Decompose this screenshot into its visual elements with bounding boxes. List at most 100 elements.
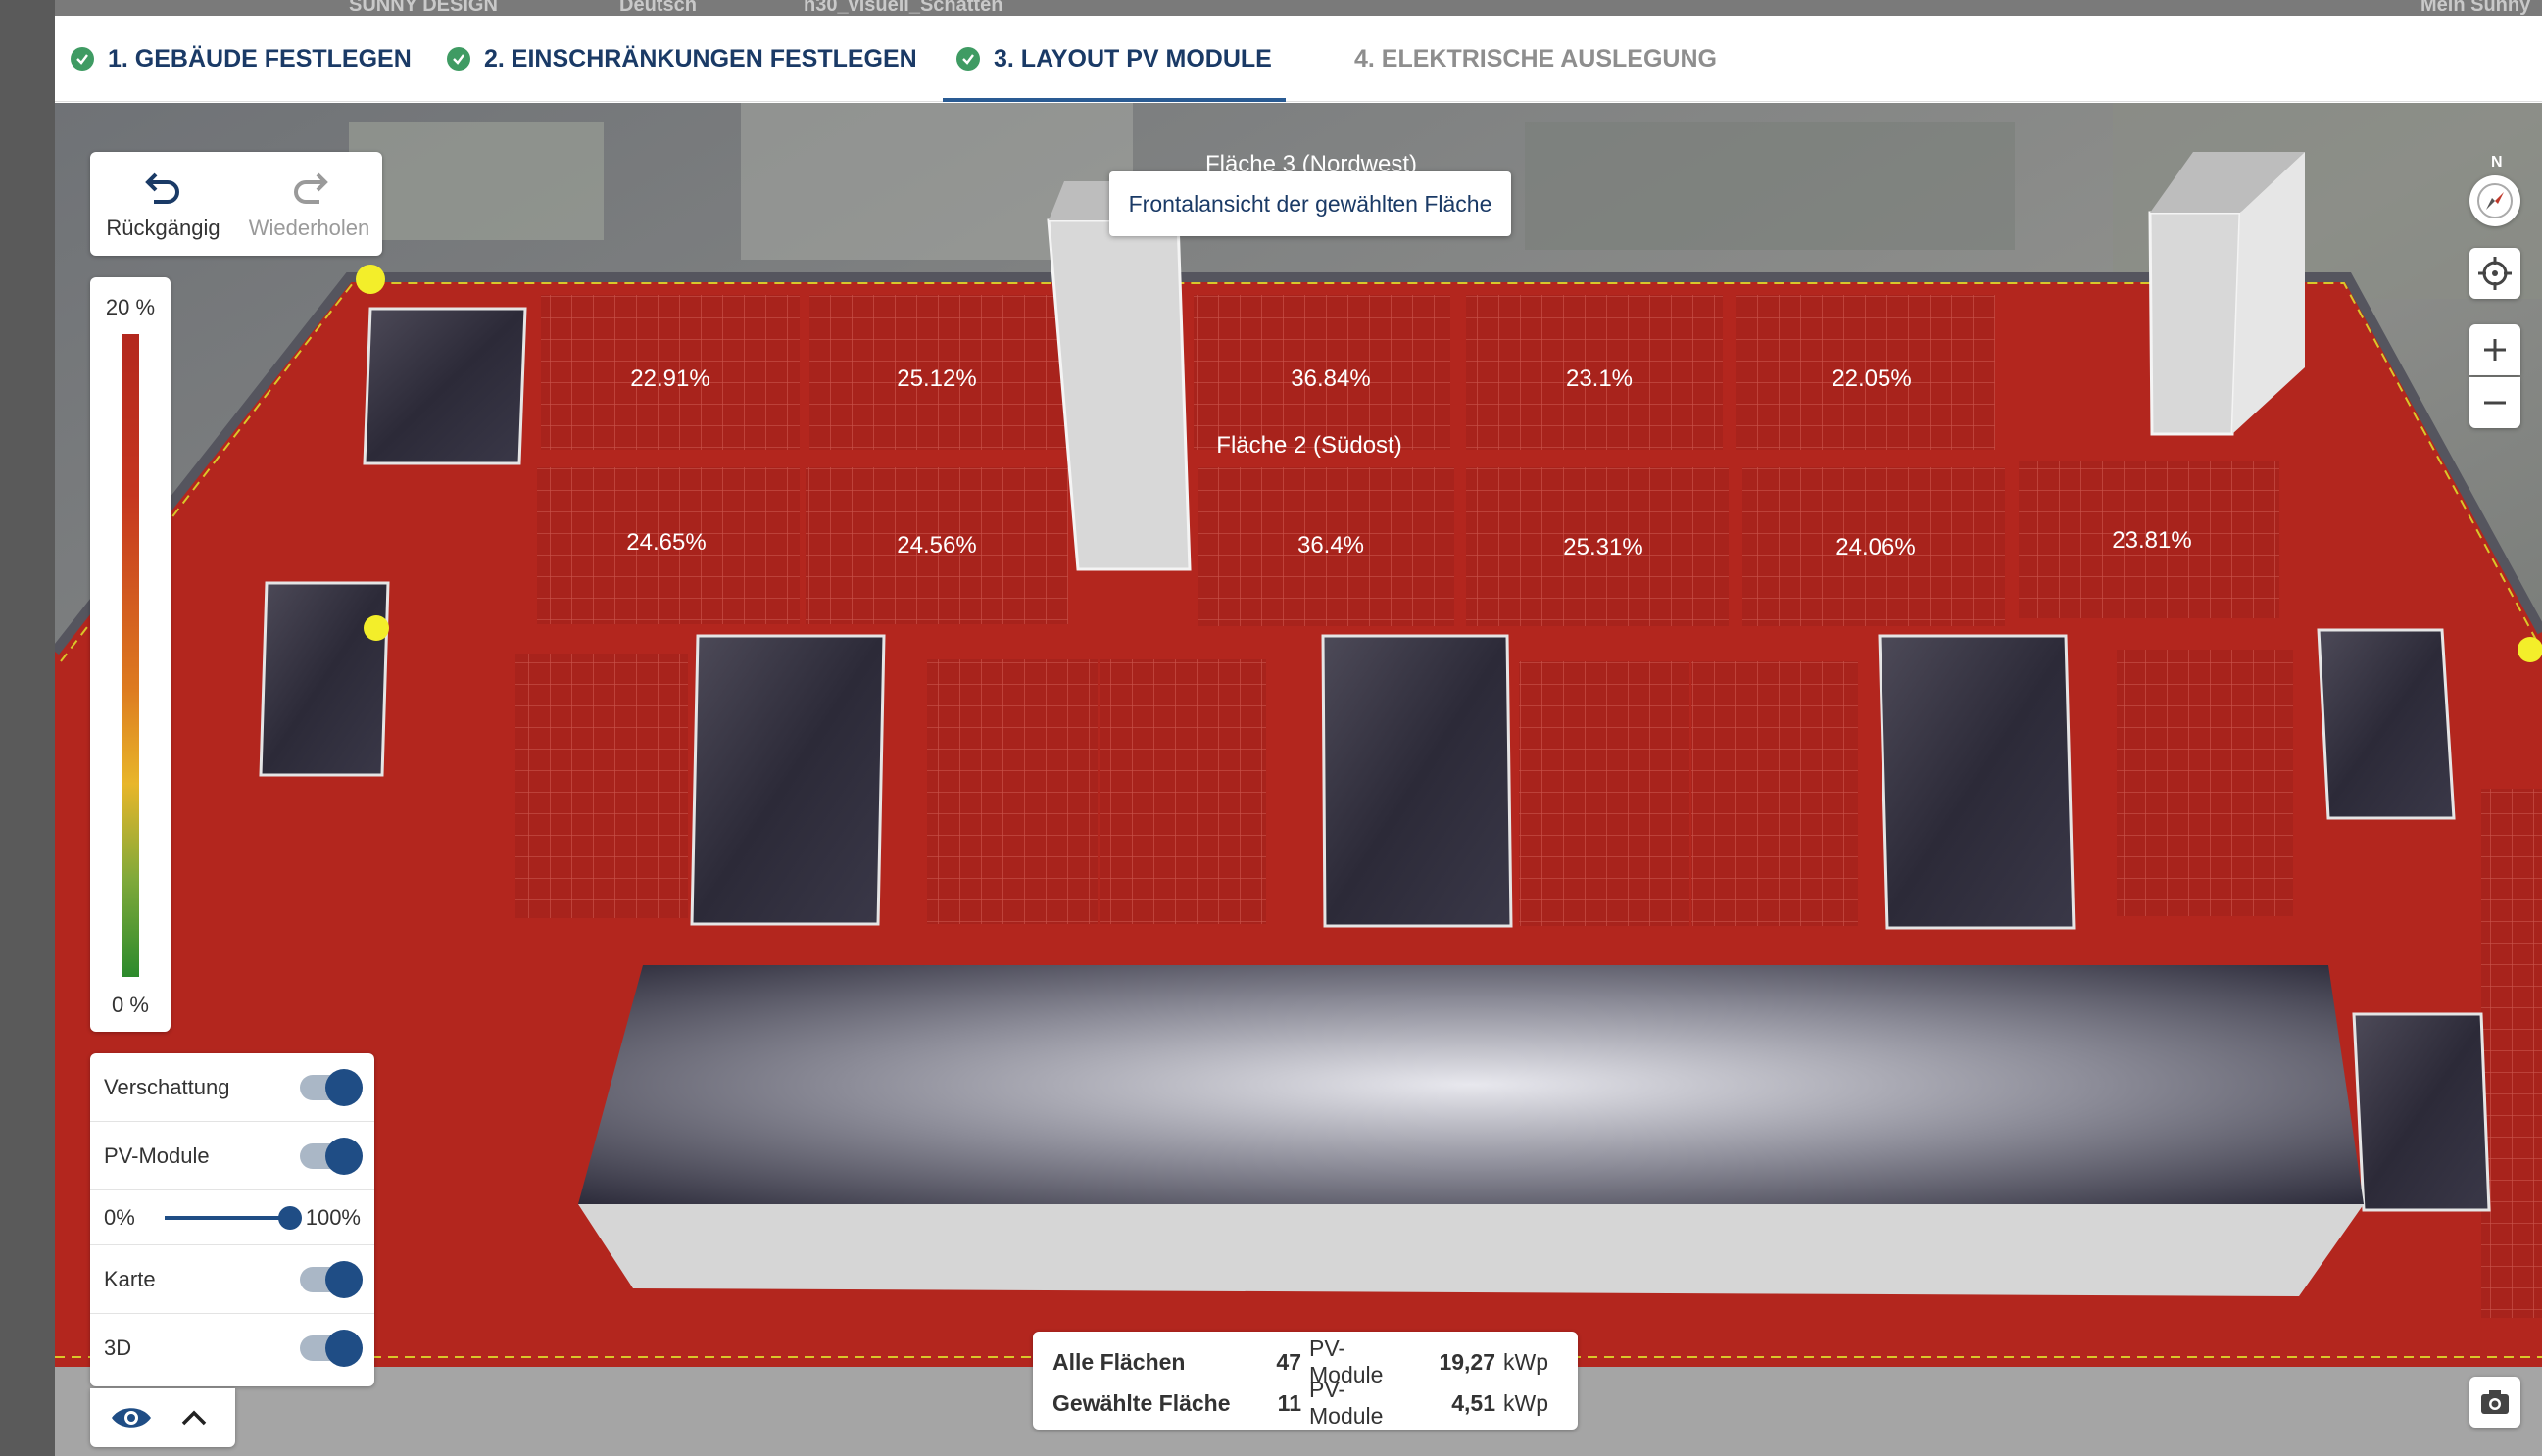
roof-scene[interactable]: Fläche 3 (Nordwest) Fläche 2 (Südost) 22… — [55, 103, 2542, 1456]
redo-label: Wiederholen — [248, 216, 370, 240]
skylight — [259, 581, 390, 777]
map-tile — [349, 122, 604, 240]
account-link[interactable]: Mein Sunny — [2420, 0, 2530, 16]
module-shading-value: 22.05% — [1832, 365, 1911, 392]
module-shading-value: 25.31% — [1563, 534, 1642, 560]
chimney — [2148, 211, 2242, 436]
module-shading-value: 24.56% — [897, 532, 976, 558]
pv-module[interactable] — [515, 654, 688, 918]
skylight — [1321, 634, 1513, 928]
threed-toggle[interactable] — [300, 1330, 363, 1367]
summary-all-power-unit: kWp — [1503, 1348, 1548, 1375]
pv-module[interactable] — [927, 659, 1098, 924]
language-label[interactable]: Deutsch — [619, 0, 697, 16]
skylight — [2352, 1012, 2491, 1212]
opacity-min-label: 0% — [104, 1204, 135, 1230]
summary-all-label: Alle Flächen — [1052, 1348, 1186, 1375]
summary-selected-label: Gewählte Fläche — [1052, 1389, 1231, 1416]
vertex-marker[interactable] — [2518, 637, 2542, 662]
tab-pv-layout-label: 3. LAYOUT PV MODULE — [994, 44, 1272, 73]
module-shading-value: 36.4% — [1297, 532, 1364, 558]
tab-restrictions-label: 2. EINSCHRÄNKUNGEN FESTLEGEN — [484, 44, 917, 73]
wizard-tabs: 1. GEBÄUDE FESTLEGEN 2. EINSCHRÄNKUNGEN … — [55, 16, 2542, 102]
opacity-row: 0% 100% — [90, 1190, 374, 1245]
summary-selected-count: 11 — [1277, 1389, 1301, 1416]
skylight — [1878, 634, 2076, 930]
roof-structure-side — [578, 1204, 2364, 1296]
redo-button[interactable]: Wiederholen — [236, 152, 382, 256]
threed-label: 3D — [104, 1335, 132, 1360]
skylight — [2317, 628, 2456, 820]
map-tile — [1525, 122, 2015, 250]
skylight — [363, 307, 527, 465]
visibility-panel — [90, 1388, 235, 1447]
skylight — [690, 634, 886, 926]
layer-row-map: Karte — [90, 1245, 374, 1314]
module-shading-value: 24.65% — [626, 529, 706, 556]
app-window: 1. GEBÄUDE FESTLEGEN 2. EINSCHRÄNKUNGEN … — [55, 16, 2542, 1456]
tab-electrical-label: 4. ELEKTRISCHE AUSLEGUNG — [1354, 44, 1717, 73]
compass-button[interactable] — [2469, 175, 2520, 226]
tab-building[interactable]: 1. GEBÄUDE FESTLEGEN — [71, 16, 412, 102]
pv-module[interactable] — [2481, 1053, 2542, 1318]
vertex-marker[interactable] — [356, 265, 385, 294]
locate-icon — [2478, 257, 2512, 290]
summary-all-power: 19,27 — [1439, 1348, 1495, 1375]
north-label: N — [2491, 154, 2503, 170]
module-shading-value: 23.81% — [2112, 527, 2191, 554]
undo-button[interactable]: Rückgängig — [90, 152, 236, 256]
tab-pv-layout[interactable]: 3. LAYOUT PV MODULE — [943, 16, 1286, 102]
shading-label: Verschattung — [104, 1074, 230, 1099]
front-view-tooltip: Frontalansicht der gewählten Fläche — [1109, 171, 1511, 236]
compass-icon — [2477, 183, 2513, 218]
opacity-slider-thumb[interactable] — [277, 1205, 302, 1230]
tab-electrical[interactable]: 4. ELEKTRISCHE AUSLEGUNG — [1354, 16, 1717, 102]
roof-structure-top — [578, 965, 2364, 1204]
pv-label: PV-Module — [104, 1142, 210, 1168]
opacity-slider[interactable] — [164, 1205, 302, 1230]
summary-row-selected: Gewählte Fläche 11 PV-Module 4,51 kWp — [1052, 1377, 1558, 1429]
undo-icon — [144, 172, 179, 204]
summary-selected-power-unit: kWp — [1503, 1389, 1548, 1416]
app-header-strip: SUNNY DESIGN Deutsch h30_visuell_Schatte… — [55, 0, 2542, 16]
history-panel: Rückgängig Wiederholen — [90, 152, 382, 256]
app-brand: SUNNY DESIGN — [349, 0, 498, 16]
summary-selected-count-unit: PV-Module — [1309, 1377, 1384, 1429]
map-toggle[interactable] — [300, 1260, 363, 1298]
summary-panel: Alle Flächen 47 PV-Module 19,27 kWp Gewä… — [1033, 1332, 1578, 1430]
3d-viewport[interactable]: Fläche 3 (Nordwest) Fläche 2 (Südost) 22… — [55, 103, 2542, 1456]
tab-building-label: 1. GEBÄUDE FESTLEGEN — [108, 44, 412, 73]
screenshot-button[interactable] — [2469, 1377, 2520, 1428]
eye-icon[interactable] — [109, 1402, 154, 1433]
module-shading-value: 24.06% — [1835, 534, 1915, 560]
pv-toggle[interactable] — [300, 1137, 363, 1175]
pv-module[interactable] — [1519, 661, 1689, 926]
map-label: Karte — [104, 1266, 156, 1291]
check-icon — [447, 47, 470, 71]
layer-row-pv: PV-Module — [90, 1122, 374, 1190]
zoom-out-icon — [2484, 401, 2506, 405]
pv-module[interactable] — [1691, 661, 1858, 926]
project-name: h30_visuell_Schatten — [804, 0, 1003, 16]
layer-panel: Verschattung PV-Module 0% 100% Karte 3D — [90, 1053, 374, 1386]
pv-module[interactable] — [2481, 789, 2542, 1053]
locate-button[interactable] — [2469, 248, 2520, 299]
summary-selected-power: 4,51 — [1451, 1389, 1495, 1416]
shading-toggle[interactable] — [300, 1068, 363, 1106]
zoom-in-button[interactable] — [2469, 324, 2520, 375]
vertex-marker[interactable] — [364, 615, 389, 641]
pv-module[interactable] — [2117, 650, 2293, 916]
module-shading-value: 25.12% — [897, 365, 976, 392]
tab-restrictions[interactable]: 2. EINSCHRÄNKUNGEN FESTLEGEN — [447, 16, 917, 102]
module-shading-value: 23.1% — [1566, 365, 1633, 392]
pv-module[interactable] — [1100, 659, 1266, 924]
module-shading-value: 22.91% — [630, 365, 709, 392]
check-icon — [956, 47, 980, 71]
summary-all-count: 47 — [1276, 1348, 1301, 1375]
layer-row-3d: 3D — [90, 1314, 374, 1383]
layer-row-shading: Verschattung — [90, 1053, 374, 1122]
chevron-up-icon[interactable] — [171, 1402, 217, 1433]
shading-legend: 20 % 0 % — [90, 277, 171, 1032]
check-icon — [71, 47, 94, 71]
zoom-out-button[interactable] — [2469, 377, 2520, 428]
